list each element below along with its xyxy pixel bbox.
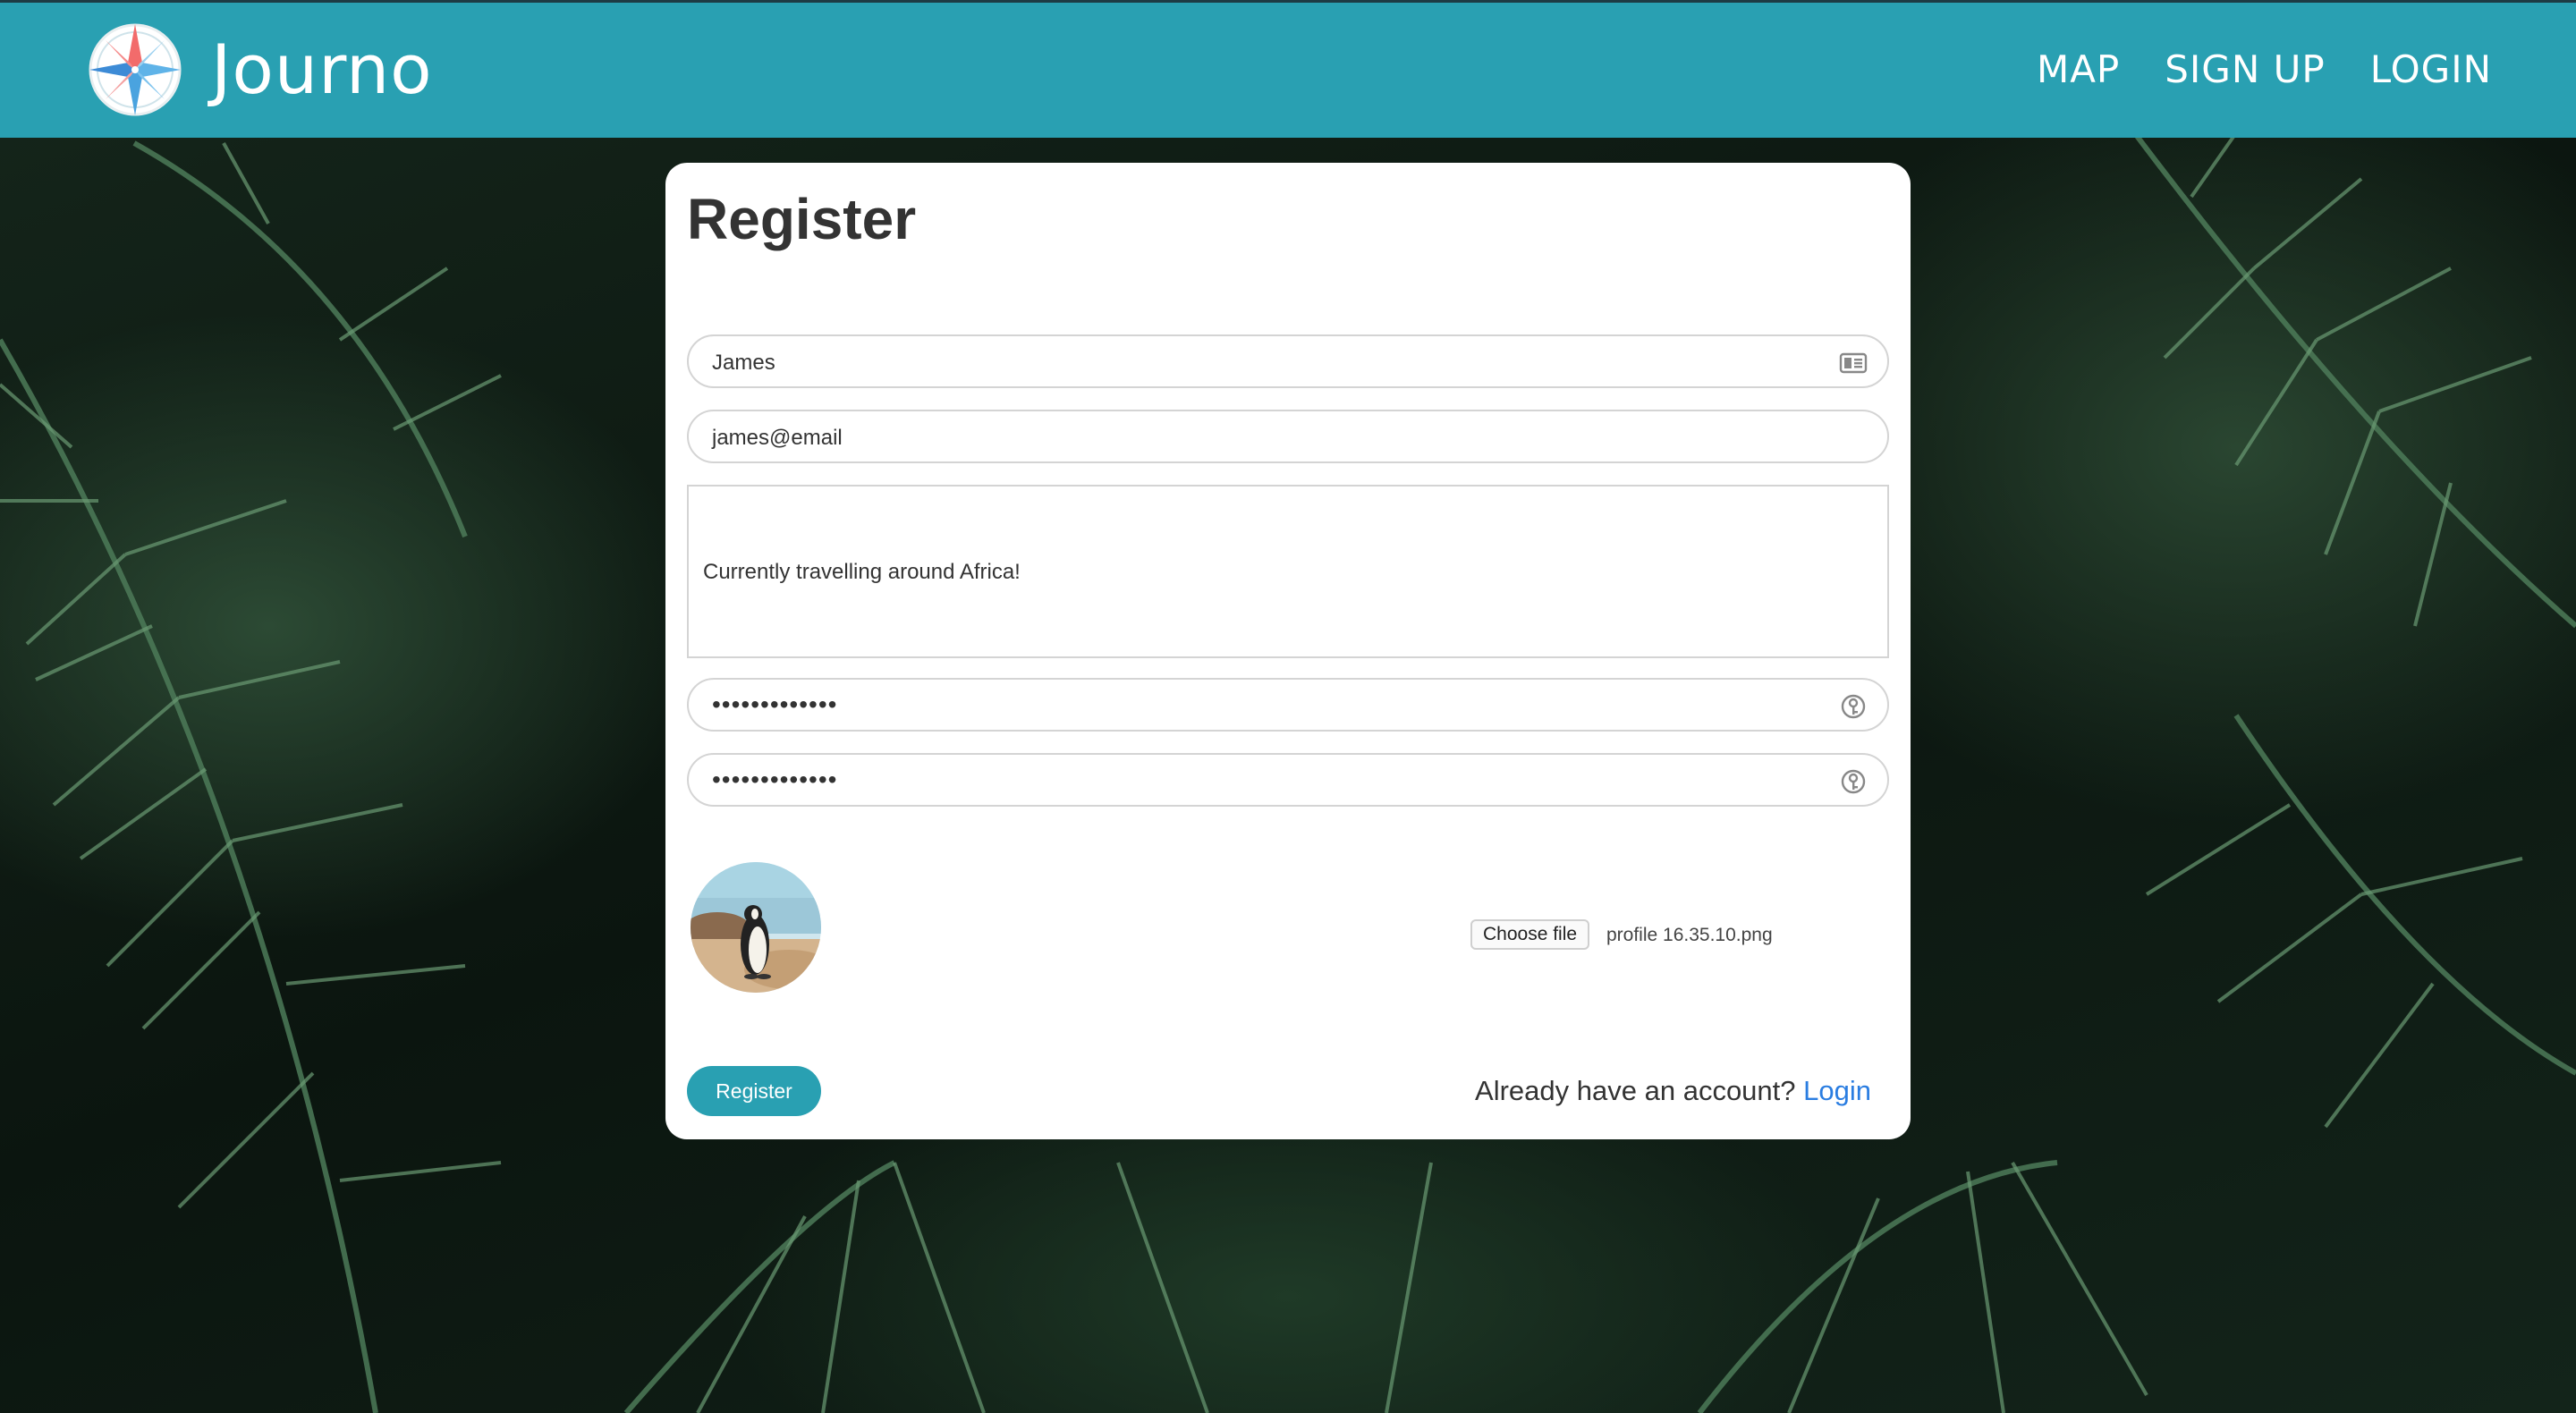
brand-name[interactable]: Journo [211,30,433,109]
register-card: Register James james@email Currently tra… [665,163,1911,1139]
confirm-password-input-value: ••••••••••••• [712,766,838,793]
profile-avatar-preview [691,862,821,993]
nav-links: MAP SIGN UP LOGIN [2037,47,2492,91]
nav-map-link[interactable]: MAP [2037,47,2120,91]
email-input[interactable]: james@email [687,410,1889,463]
nav-signup-link[interactable]: SIGN UP [2165,47,2325,91]
bio-textarea[interactable]: Currently travelling around Africa! [687,485,1889,658]
compass-logo-icon[interactable] [86,21,184,119]
email-input-value: james@email [712,426,843,450]
password-key-icon[interactable] [1839,767,1868,796]
password-input[interactable]: ••••••••••••• [687,678,1889,732]
register-button[interactable]: Register [687,1066,821,1116]
password-input-value: ••••••••••••• [712,690,838,718]
already-account-label: Already have an account? [1475,1075,1796,1106]
page-title: Register [687,187,917,251]
selected-file-name: profile 16.35.10.png [1606,925,1773,945]
choose-file-button[interactable]: Choose file [1470,919,1590,950]
name-input-value: James [712,351,775,375]
contact-card-icon [1839,352,1868,374]
confirm-password-input[interactable]: ••••••••••••• [687,753,1889,807]
nav-login-link[interactable]: LOGIN [2370,47,2492,91]
bio-textarea-value: Currently travelling around Africa! [703,560,1021,584]
already-account-text: Already have an account? Login [1475,1075,1871,1107]
top-navbar: Journo MAP SIGN UP LOGIN [0,0,2576,138]
password-key-icon[interactable] [1839,692,1868,721]
name-input[interactable]: James [687,334,1889,388]
login-link[interactable]: Login [1803,1075,1871,1106]
